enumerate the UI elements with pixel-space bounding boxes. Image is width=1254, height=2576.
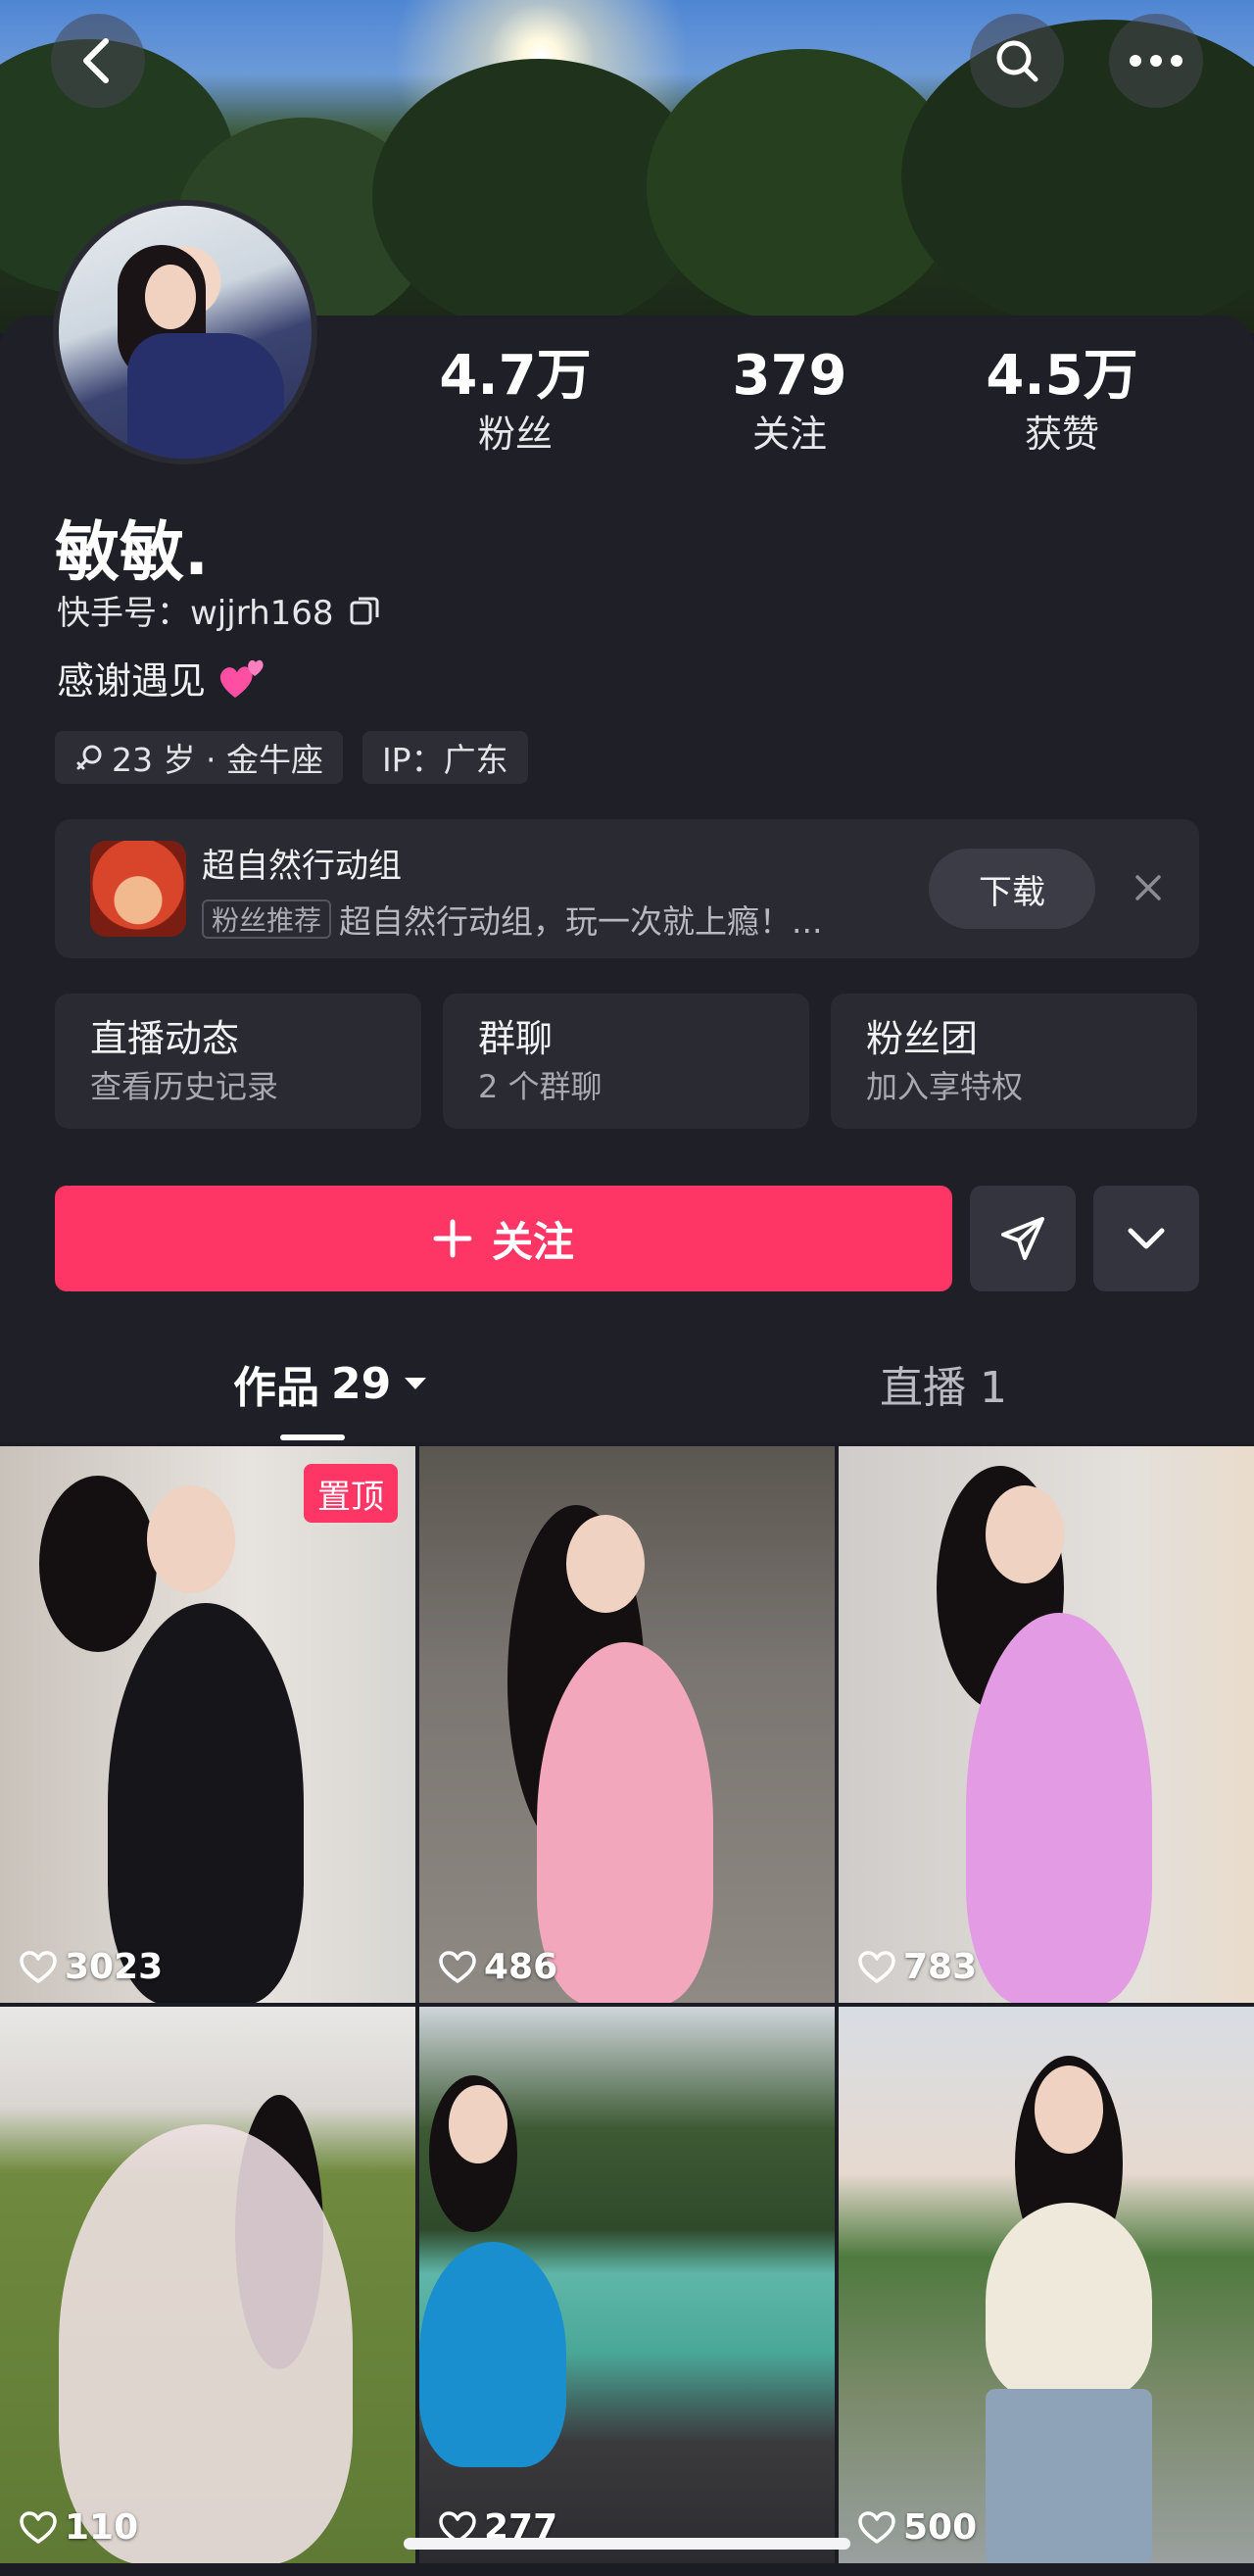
bio-text: 感谢遇见	[57, 659, 207, 703]
stat-value: 379	[732, 344, 847, 408]
game-app-icon	[90, 841, 186, 937]
likes-count: 500	[903, 2507, 978, 2548]
back-button[interactable]	[51, 14, 145, 108]
stat-label: 获赞	[1024, 413, 1099, 456]
tab-works-count: 29	[331, 1358, 392, 1409]
video-tile[interactable]: 486	[419, 1446, 835, 2003]
stat-label: 关注	[751, 413, 827, 456]
home-indicator[interactable]	[404, 2538, 850, 2550]
download-button[interactable]: 下载	[929, 849, 1095, 929]
search-icon	[996, 40, 1038, 82]
video-tile[interactable]: 置顶 3023	[0, 1446, 415, 2003]
profile-bio: 感谢遇见	[57, 651, 268, 705]
app-promo-banner[interactable]: 超自然行动组 粉丝推荐 超自然行动组，玩一次就上瘾！... 下载	[55, 819, 1199, 958]
works-grid: 置顶 3023 486 783 110 277 500	[0, 1446, 1254, 2576]
send-icon	[1001, 1217, 1044, 1260]
heart-outline-icon	[20, 1950, 57, 1983]
tab-works-label: 作品	[233, 1363, 319, 1413]
feature-subtitle: 查看历史记录	[90, 1068, 279, 1105]
tag-age-label: 23 岁 · 金牛座	[112, 741, 323, 779]
hearts-emoji-icon	[219, 659, 264, 698]
more-actions-button[interactable]	[1093, 1186, 1199, 1291]
likes-count: 486	[484, 1947, 558, 1987]
stat-value: 4.7万	[439, 344, 592, 408]
profile-name: 敏敏.	[55, 514, 210, 590]
active-tab-indicator	[280, 1434, 345, 1440]
likes-count: 3023	[65, 1947, 164, 1987]
send-message-button[interactable]	[970, 1186, 1076, 1291]
tag-age: 23 岁 · 金牛座	[55, 731, 343, 784]
female-icon	[76, 745, 102, 770]
video-likes: 783	[858, 1947, 977, 1987]
feature-subtitle: 加入享特权	[866, 1068, 1024, 1105]
follow-label: 关注	[491, 1217, 574, 1266]
video-tile[interactable]: 277	[419, 2007, 835, 2563]
tag-ip-label: IP：广东	[381, 741, 508, 779]
feature-title: 粉丝团	[866, 1017, 979, 1060]
likes-count: 110	[65, 2507, 139, 2548]
more-button[interactable]	[1109, 14, 1203, 108]
video-likes: 500	[858, 2507, 977, 2548]
feature-fan-club[interactable]: 粉丝团 加入享特权	[831, 994, 1197, 1129]
promo-title: 超自然行动组	[202, 847, 402, 886]
pinned-badge: 置顶	[304, 1464, 398, 1523]
copy-icon[interactable]	[348, 594, 381, 627]
tab-live[interactable]: 直播 1	[880, 1352, 1007, 1415]
profile-stats: 4.7万 粉丝 379 关注 4.5万 获赞	[0, 343, 1254, 461]
feature-title: 群聊	[478, 1017, 554, 1060]
heart-outline-icon	[858, 1950, 895, 1983]
profile-page: 4.7万 粉丝 379 关注 4.5万 获赞 敏敏. 快手号：wjjrh168 …	[0, 0, 1254, 2576]
kuaishou-id-row[interactable]: 快手号：wjjrh168	[57, 586, 381, 634]
heart-outline-icon	[858, 2510, 895, 2544]
search-button[interactable]	[970, 14, 1064, 108]
video-likes: 3023	[20, 1947, 163, 1987]
kuaishou-id: 快手号：wjjrh168	[57, 594, 334, 633]
plus-icon	[433, 1219, 472, 1258]
promo-description: 超自然行动组，玩一次就上瘾！...	[339, 902, 823, 941]
heart-outline-icon	[20, 2510, 57, 2544]
heart-outline-icon	[439, 1950, 476, 1983]
close-icon	[1135, 875, 1161, 900]
video-tile[interactable]: 110	[0, 2007, 415, 2563]
video-likes: 110	[20, 2507, 138, 2548]
feature-title: 直播动态	[90, 1017, 240, 1060]
chevron-left-icon	[83, 38, 109, 83]
stat-label: 粉丝	[477, 413, 553, 456]
profile-tags: 23 岁 · 金牛座 IP：广东	[55, 731, 528, 784]
likes-count: 783	[903, 1947, 978, 1987]
tag-ip: IP：广东	[362, 731, 528, 784]
content-tabs: 作品 29 直播 1	[0, 1352, 1254, 1444]
caret-down-icon	[405, 1378, 427, 1389]
stat-value: 4.5万	[986, 344, 1138, 408]
close-promo-button[interactable]	[1119, 858, 1178, 917]
video-likes: 486	[439, 1947, 557, 1987]
video-tile[interactable]: 783	[839, 1446, 1254, 2003]
video-tile[interactable]: 500	[839, 2007, 1254, 2563]
feature-group-chat[interactable]: 群聊 2 个群聊	[443, 994, 809, 1129]
tab-works[interactable]: 作品 29	[233, 1352, 428, 1415]
feature-live-history[interactable]: 直播动态 查看历史记录	[55, 994, 421, 1129]
more-dots-icon	[1130, 55, 1182, 67]
feature-subtitle: 2 个群聊	[478, 1068, 603, 1105]
promo-subtitle: 粉丝推荐 超自然行动组，玩一次就上瘾！...	[202, 896, 946, 943]
stat-following[interactable]: 379 关注	[672, 343, 907, 459]
chevron-down-icon	[1128, 1228, 1165, 1249]
follow-button[interactable]: 关注	[55, 1186, 952, 1291]
stat-likes[interactable]: 4.5万 获赞	[944, 343, 1180, 459]
stat-fans[interactable]: 4.7万 粉丝	[398, 343, 633, 459]
promo-badge: 粉丝推荐	[202, 899, 332, 939]
